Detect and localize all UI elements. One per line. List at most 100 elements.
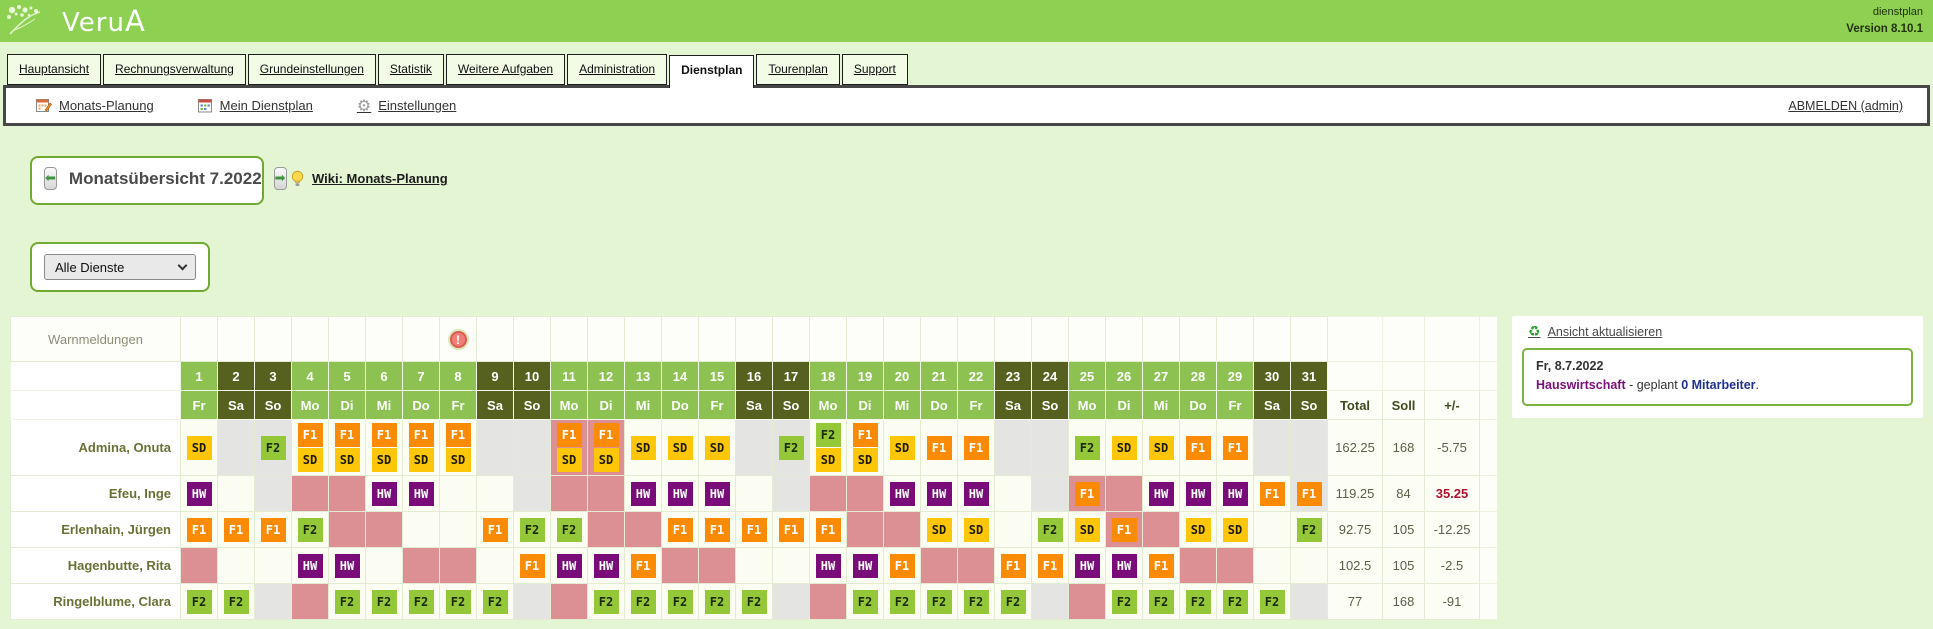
tab-grundeinstellungen[interactable]: Grundeinstellungen <box>248 54 376 85</box>
roster-cell[interactable] <box>736 476 773 512</box>
roster-cell[interactable]: F1 <box>1143 548 1180 584</box>
roster-cell[interactable]: F1 <box>699 512 736 548</box>
roster-cell[interactable] <box>477 476 514 512</box>
roster-cell[interactable] <box>551 584 588 620</box>
roster-cell[interactable]: F1 <box>1069 476 1106 512</box>
roster-cell[interactable] <box>477 420 514 476</box>
roster-cell[interactable] <box>440 548 477 584</box>
roster-cell[interactable]: HW <box>958 476 995 512</box>
roster-cell[interactable]: F2 <box>699 584 736 620</box>
roster-cell[interactable]: F2 <box>255 420 292 476</box>
roster-cell[interactable] <box>551 476 588 512</box>
roster-cell[interactable]: HW <box>588 548 625 584</box>
tab-support[interactable]: Support <box>842 54 908 85</box>
roster-cell[interactable] <box>1291 420 1328 476</box>
roster-cell[interactable]: F2 <box>403 584 440 620</box>
roster-cell[interactable]: HW <box>1217 476 1254 512</box>
roster-cell[interactable]: SD <box>1143 420 1180 476</box>
roster-cell[interactable] <box>662 548 699 584</box>
roster-cell[interactable]: HW <box>551 548 588 584</box>
roster-cell[interactable]: HW <box>699 476 736 512</box>
tab-dienstplan[interactable]: Dienstplan <box>669 55 754 88</box>
roster-cell[interactable]: HW <box>810 548 847 584</box>
roster-cell[interactable]: HW <box>1180 476 1217 512</box>
roster-cell[interactable] <box>1291 584 1328 620</box>
roster-cell[interactable] <box>1180 548 1217 584</box>
roster-cell[interactable] <box>1254 548 1291 584</box>
roster-cell[interactable]: HW <box>921 476 958 512</box>
roster-cell[interactable]: F1SD <box>588 420 625 476</box>
warning-icon[interactable]: ! <box>450 331 467 348</box>
roster-cell[interactable]: F1 <box>625 548 662 584</box>
roster-cell[interactable] <box>181 548 218 584</box>
roster-cell[interactable] <box>218 476 255 512</box>
roster-cell[interactable]: SD <box>699 420 736 476</box>
roster-cell[interactable]: F2 <box>995 584 1032 620</box>
roster-cell[interactable]: F1SD <box>551 420 588 476</box>
roster-cell[interactable]: F2 <box>847 584 884 620</box>
roster-cell[interactable]: SD <box>181 420 218 476</box>
roster-cell[interactable] <box>292 584 329 620</box>
roster-cell[interactable] <box>440 512 477 548</box>
roster-cell[interactable] <box>366 512 403 548</box>
roster-cell[interactable] <box>1254 512 1291 548</box>
roster-cell[interactable]: SD <box>884 420 921 476</box>
roster-cell[interactable]: HW <box>625 476 662 512</box>
roster-cell[interactable]: F1 <box>1106 512 1143 548</box>
roster-cell[interactable]: HW <box>1106 548 1143 584</box>
roster-cell[interactable] <box>810 476 847 512</box>
roster-cell[interactable]: F1 <box>810 512 847 548</box>
roster-cell[interactable]: F1 <box>921 420 958 476</box>
roster-cell[interactable]: F1 <box>1032 548 1069 584</box>
roster-cell[interactable]: SD <box>1217 512 1254 548</box>
roster-cell[interactable] <box>218 420 255 476</box>
tab-tourenplan[interactable]: Tourenplan <box>756 54 839 85</box>
roster-cell[interactable] <box>329 476 366 512</box>
roster-cell[interactable] <box>255 476 292 512</box>
roster-cell[interactable]: F2 <box>366 584 403 620</box>
roster-cell[interactable]: HW <box>847 548 884 584</box>
roster-cell[interactable]: F2 <box>440 584 477 620</box>
roster-cell[interactable] <box>625 512 662 548</box>
roster-cell[interactable]: F1 <box>884 548 921 584</box>
roster-cell[interactable]: F1SD <box>329 420 366 476</box>
roster-cell[interactable] <box>255 584 292 620</box>
roster-cell[interactable] <box>995 476 1032 512</box>
roster-cell[interactable]: F2 <box>1106 584 1143 620</box>
roster-cell[interactable]: F1 <box>1180 420 1217 476</box>
roster-cell[interactable] <box>329 512 366 548</box>
roster-cell[interactable]: F2 <box>588 584 625 620</box>
service-filter-select[interactable]: Alle Dienste <box>44 254 196 280</box>
refresh-link[interactable]: ♻ Ansicht aktualisieren <box>1528 325 1913 339</box>
roster-cell[interactable] <box>1032 476 1069 512</box>
roster-cell[interactable] <box>736 548 773 584</box>
roster-cell[interactable]: F2 <box>551 512 588 548</box>
tab-hauptansicht[interactable]: Hauptansicht <box>7 54 101 85</box>
roster-cell[interactable]: F2 <box>218 584 255 620</box>
roster-cell[interactable] <box>699 548 736 584</box>
roster-cell[interactable]: F2 <box>1069 420 1106 476</box>
roster-cell[interactable]: HW <box>181 476 218 512</box>
toolbar-link-monats-planung[interactable]: Monats-Planung <box>36 98 154 113</box>
roster-cell[interactable]: F1SD <box>366 420 403 476</box>
roster-cell[interactable]: F2 <box>1217 584 1254 620</box>
roster-cell[interactable] <box>773 476 810 512</box>
roster-cell[interactable]: HW <box>403 476 440 512</box>
roster-cell[interactable]: F2 <box>477 584 514 620</box>
roster-cell[interactable]: SD <box>662 420 699 476</box>
roster-cell[interactable]: F2 <box>736 584 773 620</box>
roster-cell[interactable] <box>884 512 921 548</box>
roster-cell[interactable]: F1 <box>181 512 218 548</box>
next-month-button[interactable]: ➡ <box>274 167 287 190</box>
roster-cell[interactable] <box>403 512 440 548</box>
roster-cell[interactable] <box>514 584 551 620</box>
roster-cell[interactable] <box>1254 420 1291 476</box>
roster-cell[interactable] <box>810 584 847 620</box>
roster-cell[interactable]: HW <box>292 548 329 584</box>
roster-cell[interactable]: F1 <box>662 512 699 548</box>
roster-cell[interactable] <box>1032 584 1069 620</box>
roster-cell[interactable]: F1 <box>736 512 773 548</box>
roster-cell[interactable]: F1 <box>218 512 255 548</box>
roster-cell[interactable] <box>995 512 1032 548</box>
roster-cell[interactable] <box>1069 584 1106 620</box>
